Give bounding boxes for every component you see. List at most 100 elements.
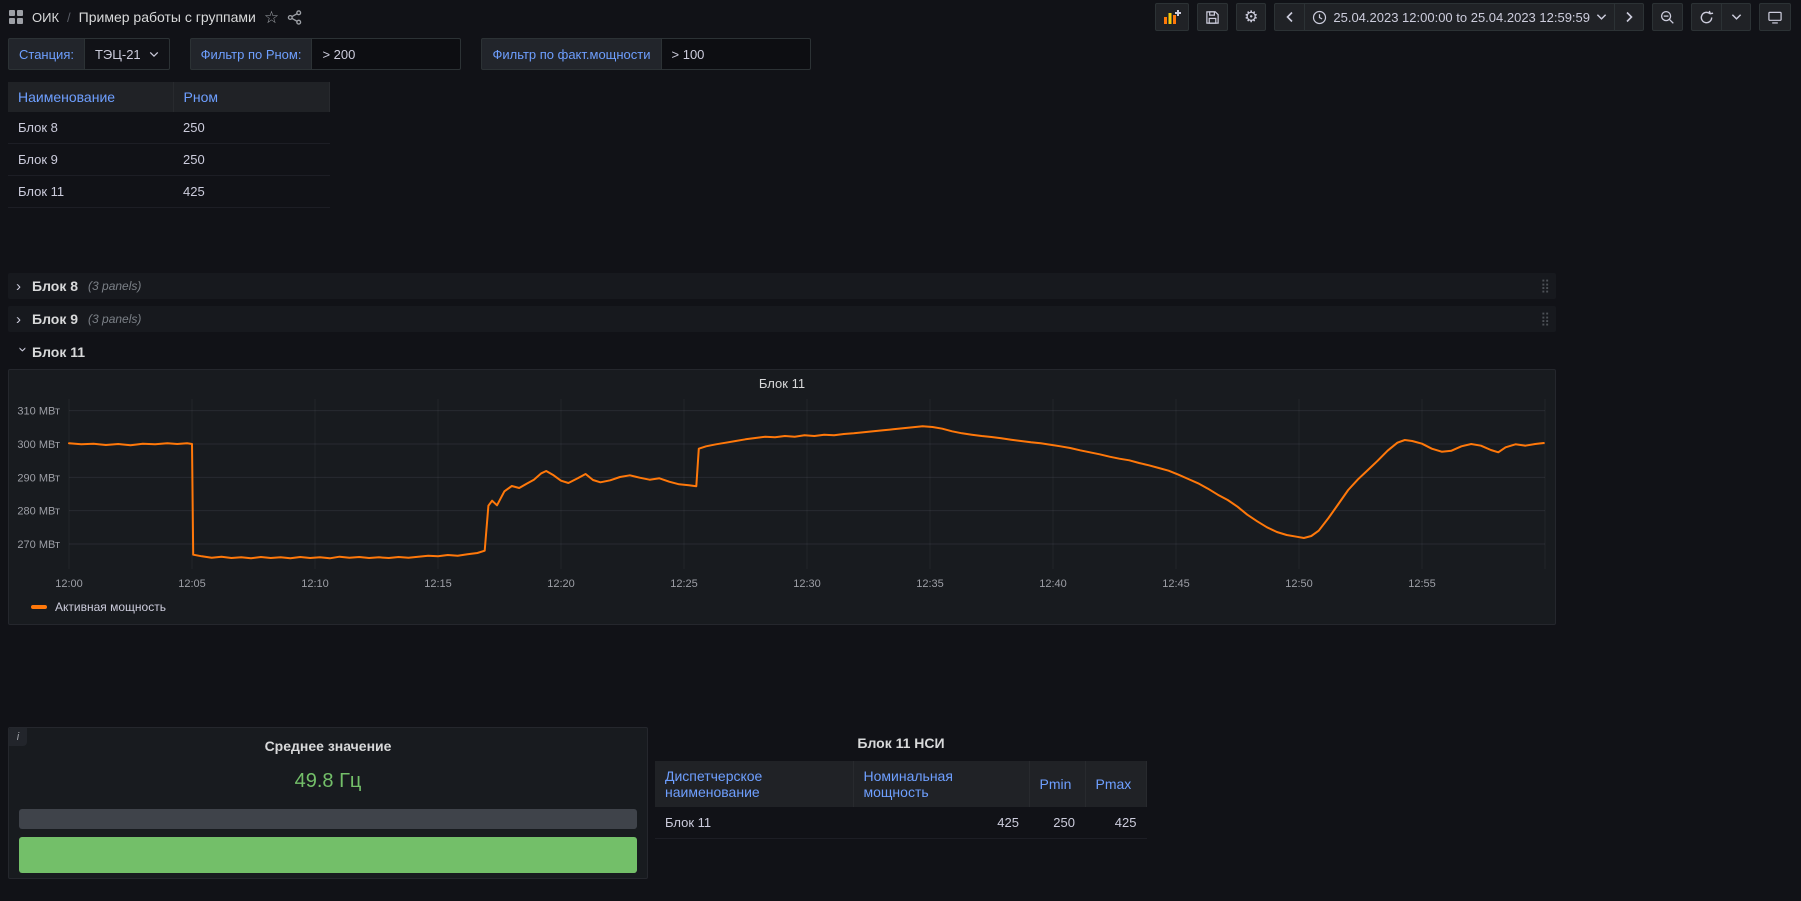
svg-text:280 МВт: 280 МВт <box>17 506 60 518</box>
table-row: Блок 11 425 <box>8 176 330 208</box>
row-panel-count: (3 panels) <box>88 312 141 326</box>
time-shift-back-button[interactable] <box>1274 3 1304 31</box>
cell-pmin: 250 <box>1029 807 1085 839</box>
chevron-right-icon: › <box>16 278 30 295</box>
cell-block-name: Блок 8 <box>8 112 173 144</box>
variable-station: Станция: ТЭЦ-21 <box>8 38 170 70</box>
dashboards-grid-icon[interactable] <box>8 9 24 25</box>
variable-power-filter: Фильтр по факт.мощности <box>481 38 810 70</box>
table-row: Блок 8 250 <box>8 112 330 144</box>
legend-swatch <box>31 605 47 609</box>
star-icon[interactable]: ☆ <box>264 9 279 26</box>
row-header-block8[interactable]: › Блок 8 (3 panels) ⣿ <box>8 273 1556 299</box>
page-title: Пример работы с группами <box>79 9 256 25</box>
cell-block-rnom: 425 <box>173 176 330 208</box>
refresh-interval-dropdown[interactable] <box>1721 3 1751 31</box>
time-range-picker[interactable]: 25.04.2023 12:00:00 to 25.04.2023 12:59:… <box>1304 3 1614 31</box>
svg-text:12:25: 12:25 <box>670 578 698 590</box>
table-row: Блок 11 425 250 425 <box>655 807 1147 839</box>
variable-rnom-input[interactable] <box>311 38 461 70</box>
column-header-pmin[interactable]: Pmin <box>1029 761 1085 807</box>
chart-panel-title[interactable]: Блок 11 <box>9 370 1555 393</box>
cell-pmax: 425 <box>1085 807 1147 839</box>
cell-block-rnom: 250 <box>173 144 330 176</box>
legend-label: Активная мощность <box>55 600 166 614</box>
row-header-block11[interactable]: › Блок 11 <box>8 339 1556 365</box>
add-panel-button[interactable] <box>1155 3 1189 31</box>
svg-text:12:10: 12:10 <box>301 578 329 590</box>
row-panel-count: (3 panels) <box>88 279 141 293</box>
cell-dispatch-name: Блок 11 <box>655 807 853 839</box>
svg-text:12:35: 12:35 <box>916 578 944 590</box>
svg-text:12:40: 12:40 <box>1039 578 1067 590</box>
drag-handle-icon[interactable]: ⣿ <box>1540 311 1548 327</box>
table-row: Блок 9 250 <box>8 144 330 176</box>
column-header-pmax[interactable]: Pmax <box>1085 761 1147 807</box>
column-header-dispatch-name[interactable]: Диспетчерское наименование <box>655 761 853 807</box>
row-title: Блок 11 <box>32 344 85 360</box>
svg-text:12:00: 12:00 <box>55 578 83 590</box>
svg-text:12:30: 12:30 <box>793 578 821 590</box>
gear-icon: ⚙ <box>1244 7 1258 27</box>
panel-info-icon[interactable]: i <box>9 728 27 746</box>
breadcrumb-separator: / <box>67 10 71 25</box>
dashboard-variables-bar: Станция: ТЭЦ-21 Фильтр по Рном: Фильтр п… <box>8 38 811 70</box>
row-header-block9[interactable]: › Блок 9 (3 panels) ⣿ <box>8 306 1556 332</box>
variable-power-input[interactable] <box>661 38 811 70</box>
dashboard-settings-button[interactable]: ⚙ <box>1236 3 1266 31</box>
block11-nsi-panel: Блок 11 НСИ Диспетчерское наименование Н… <box>655 727 1147 879</box>
block11-timeseries-panel: Блок 11 270 МВт 280 МВт 290 МВт 300 МВт 310 … <box>8 369 1556 625</box>
time-shift-forward-button[interactable] <box>1614 3 1644 31</box>
svg-text:270 МВт: 270 МВт <box>17 539 60 551</box>
avg-value-text: 49.8 Гц <box>9 770 647 793</box>
top-nav-bar: ОИК / Пример работы с группами ☆ ⚙ 25.04… <box>0 0 1801 34</box>
average-value-panel: i Среднее значение 49.8 Гц <box>8 727 648 879</box>
gauge-value-bar <box>19 837 637 873</box>
clock-icon <box>1312 10 1327 25</box>
column-header-nominal-power[interactable]: Номинальная мощность <box>853 761 1029 807</box>
zoom-out-time-button[interactable] <box>1652 3 1683 31</box>
cell-block-name: Блок 9 <box>8 144 173 176</box>
drag-handle-icon[interactable]: ⣿ <box>1540 278 1548 294</box>
cell-block-rnom: 250 <box>173 112 330 144</box>
row-title: Блок 8 <box>32 278 78 294</box>
chevron-down-icon <box>1731 13 1742 21</box>
save-dashboard-button[interactable] <box>1197 3 1228 31</box>
column-header-name[interactable]: Наименование <box>8 82 173 112</box>
time-range-text: 25.04.2023 12:00:00 to 25.04.2023 12:59:… <box>1333 10 1590 25</box>
cell-block-name: Блок 11 <box>8 176 173 208</box>
svg-text:300 МВт: 300 МВт <box>17 439 60 451</box>
chevron-down-icon <box>149 51 159 58</box>
svg-text:310 МВт: 310 МВт <box>17 406 60 418</box>
refresh-dashboard-button[interactable] <box>1691 3 1721 31</box>
avg-panel-title[interactable]: Среднее значение <box>9 728 647 754</box>
time-range-controls: 25.04.2023 12:00:00 to 25.04.2023 12:59:… <box>1274 3 1644 31</box>
chevron-down-icon: › <box>15 347 32 361</box>
svg-text:290 МВт: 290 МВт <box>17 472 60 484</box>
chevron-down-icon <box>1596 13 1607 21</box>
variable-station-select[interactable]: ТЭЦ-21 <box>84 38 170 70</box>
share-icon[interactable] <box>287 10 302 25</box>
cell-nominal-power: 425 <box>853 807 1029 839</box>
svg-text:12:20: 12:20 <box>547 578 575 590</box>
legend-item-active-power[interactable]: Активная мощность <box>9 598 1555 614</box>
variable-power-label: Фильтр по факт.мощности <box>481 38 660 70</box>
column-header-rnom[interactable]: Рном <box>173 82 330 112</box>
variable-station-value: ТЭЦ-21 <box>95 47 141 62</box>
breadcrumb-folder[interactable]: ОИК <box>32 10 59 25</box>
blocks-table-panel: Наименование Рном Блок 8 250 Блок 9 250 … <box>8 82 330 208</box>
kiosk-mode-button[interactable] <box>1759 3 1791 31</box>
refresh-controls <box>1691 3 1751 31</box>
svg-text:12:45: 12:45 <box>1162 578 1190 590</box>
nsi-panel-title[interactable]: Блок 11 НСИ <box>655 727 1147 761</box>
chevron-right-icon: › <box>16 311 30 328</box>
gauge-track-bar <box>19 809 637 829</box>
row-title: Блок 9 <box>32 311 78 327</box>
variable-rnom-filter: Фильтр по Рном: <box>190 38 462 70</box>
svg-text:12:05: 12:05 <box>178 578 206 590</box>
timeseries-plot[interactable]: 270 МВт 280 МВт 290 МВт 300 МВт 310 МВт 12:00… <box>9 393 1553 595</box>
variable-rnom-label: Фильтр по Рном: <box>190 38 312 70</box>
variable-station-label: Станция: <box>8 38 84 70</box>
svg-text:12:15: 12:15 <box>424 578 452 590</box>
svg-text:12:50: 12:50 <box>1285 578 1313 590</box>
